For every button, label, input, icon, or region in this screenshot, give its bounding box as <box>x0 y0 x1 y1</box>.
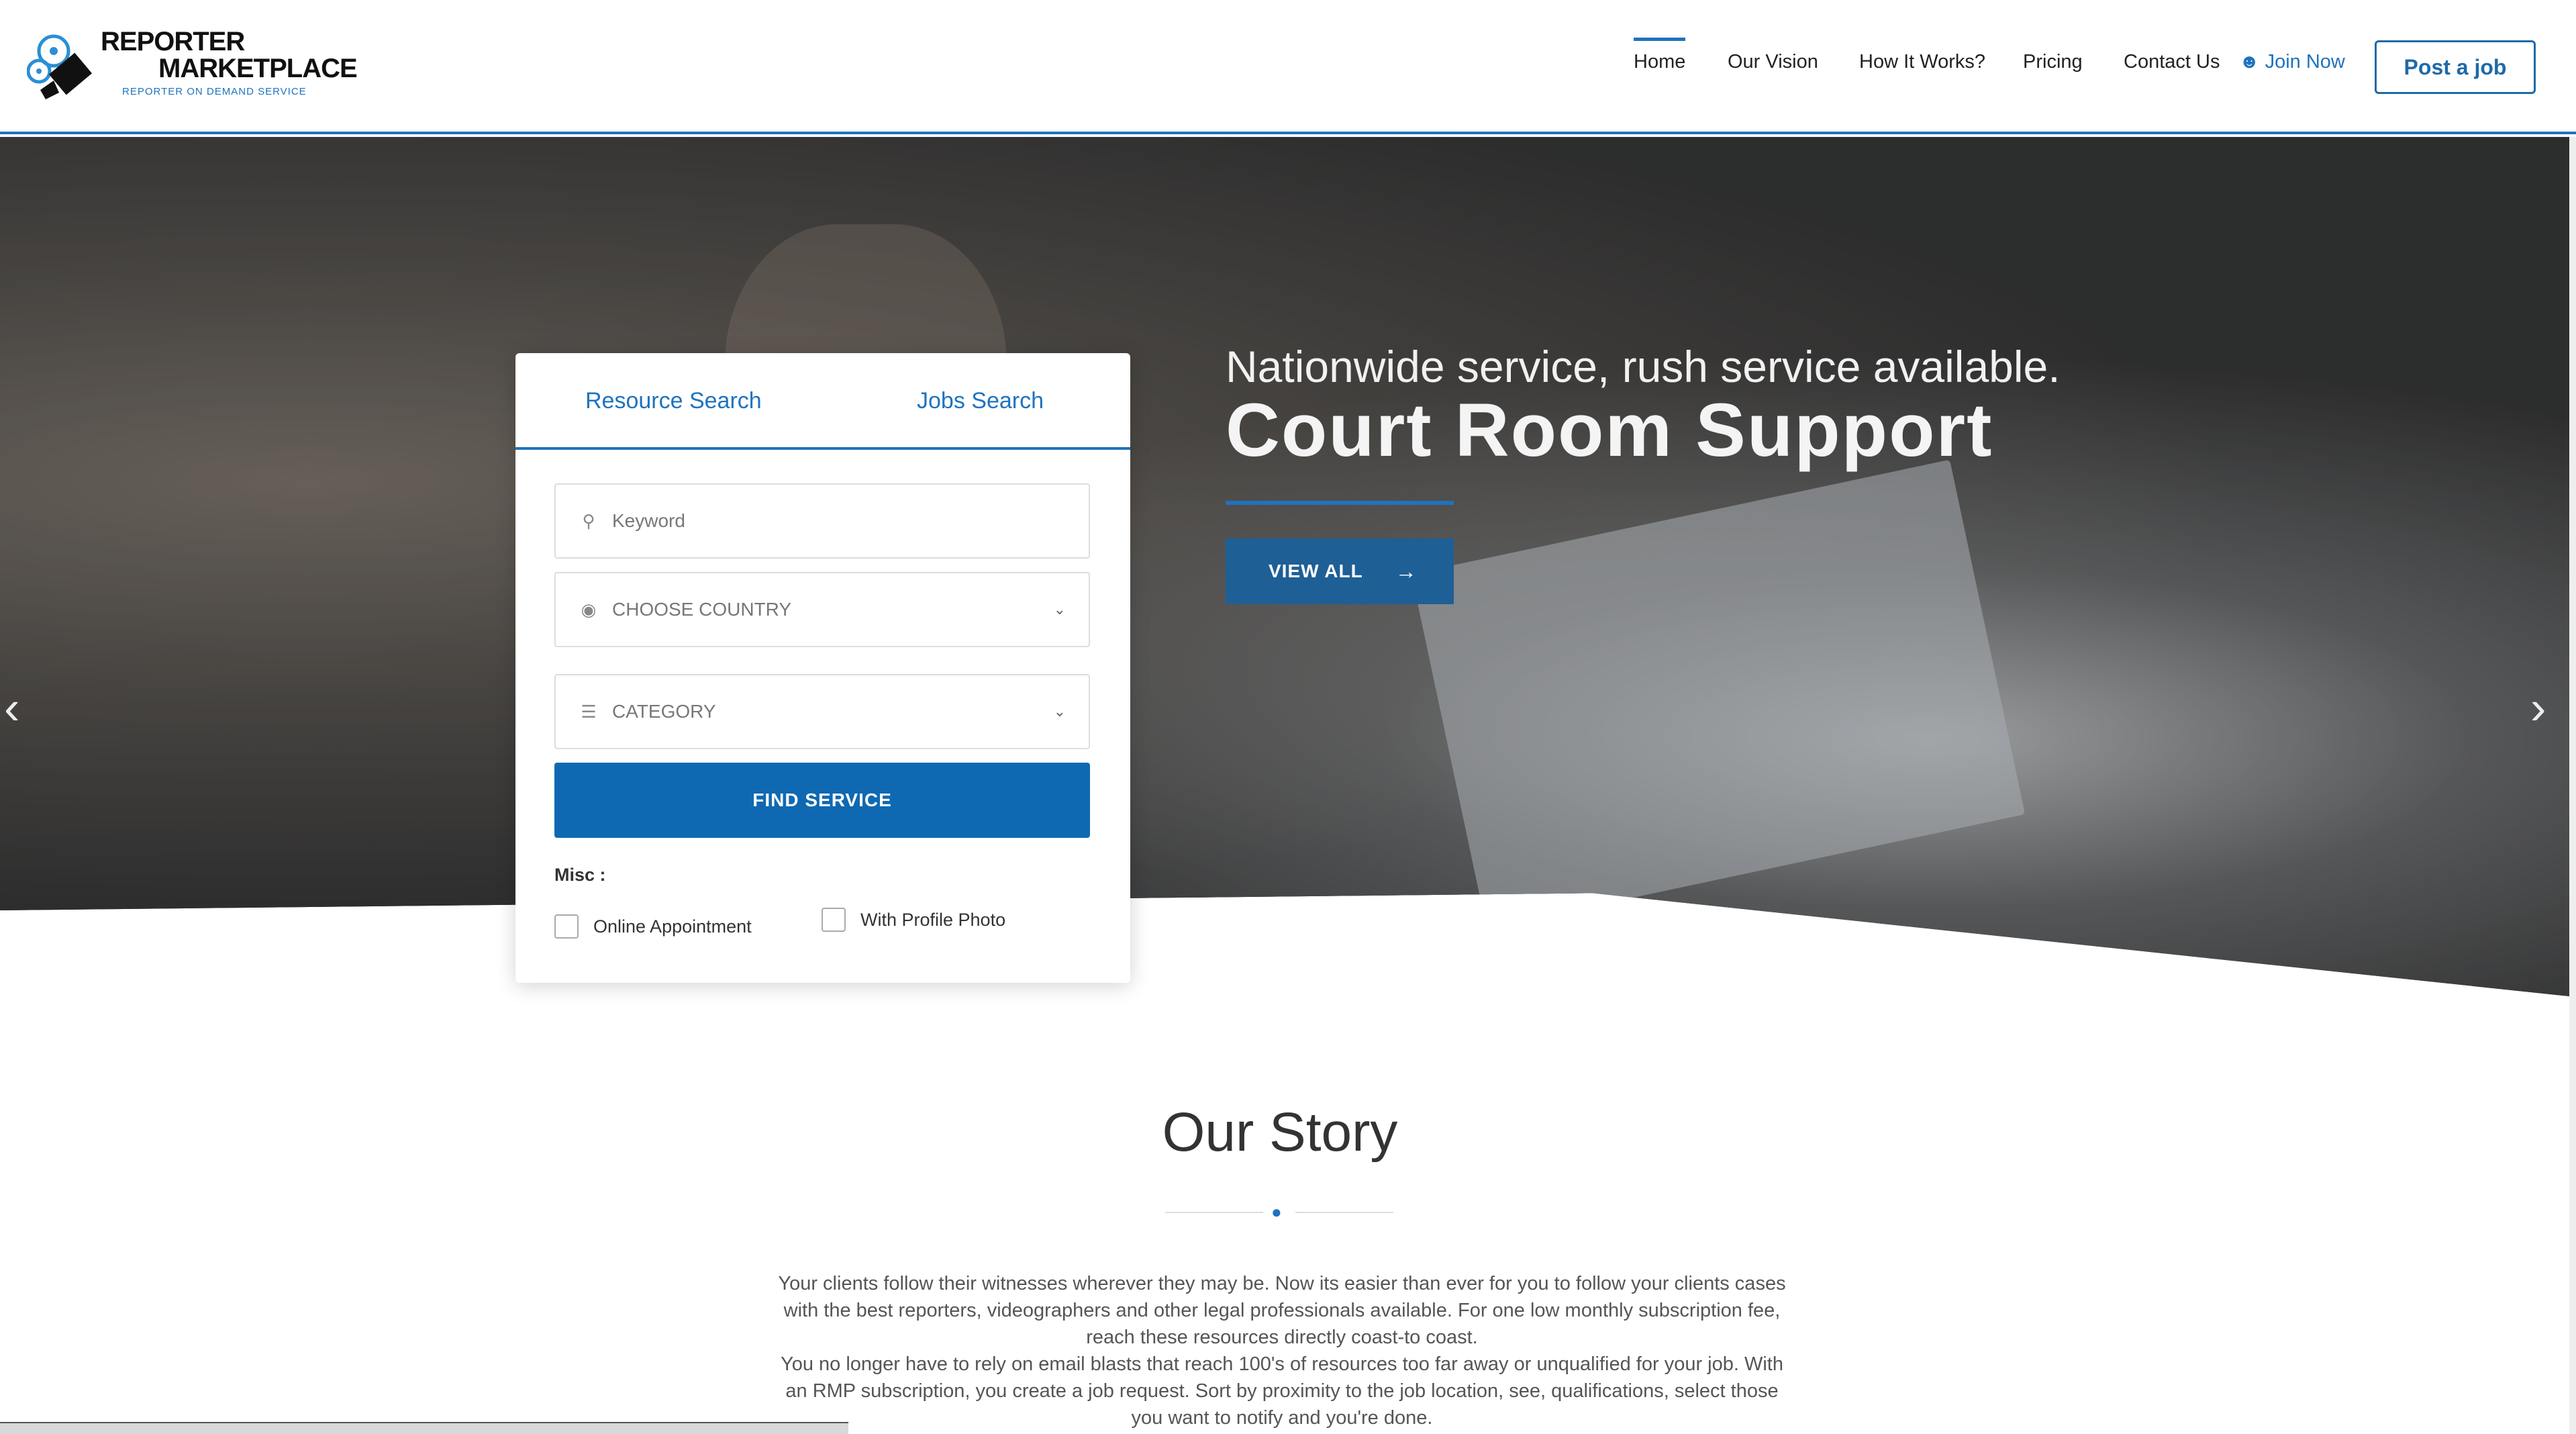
hero-title: Court Room Support <box>1226 388 1993 472</box>
section-title: Our Story <box>1162 1102 1398 1163</box>
profile-photo-label: With Profile Photo <box>860 909 1006 930</box>
story-paragraph-2: You no longer have to rely on email blas… <box>781 1353 1783 1429</box>
tab-jobs-search[interactable]: Jobs Search <box>917 388 1044 414</box>
logo-text-line1: REPORTER <box>101 27 245 56</box>
search-card: Resource Search Jobs Search ⚲ Keyword ◉ … <box>515 353 1130 983</box>
story-text: Your clients follow their witnesses wher… <box>772 1270 1792 1431</box>
view-all-label: VIEW ALL <box>1269 561 1363 581</box>
nav-contact-us[interactable]: Contact Us <box>2124 51 2220 73</box>
country-placeholder: CHOOSE COUNTRY <box>612 599 792 620</box>
divider-line-right <box>1295 1212 1393 1213</box>
slider-dot-5[interactable] <box>1328 909 1341 922</box>
online-appointment-option[interactable]: Online Appointment <box>554 914 752 939</box>
slider-dot-2[interactable] <box>1218 909 1231 922</box>
divider-line-left <box>1165 1212 1263 1213</box>
slider-dot-1[interactable] <box>1188 909 1201 922</box>
country-select[interactable]: ◉ CHOOSE COUNTRY ⌄ <box>554 572 1090 647</box>
hero-divider <box>1226 501 1454 505</box>
nav-home[interactable]: Home <box>1634 38 1686 73</box>
tab-resource-search[interactable]: Resource Search <box>585 388 762 414</box>
arrow-right-icon: → <box>1395 559 1418 583</box>
online-appointment-label: Online Appointment <box>593 916 752 937</box>
category-placeholder: CATEGORY <box>612 701 716 722</box>
nav-how-it-works[interactable]: How It Works? <box>1859 51 1985 73</box>
online-appointment-checkbox[interactable] <box>554 914 579 939</box>
slider-dot-6[interactable] <box>1357 909 1371 922</box>
chevron-down-icon: ⌄ <box>1053 703 1066 720</box>
slider-next-icon[interactable]: › <box>2530 681 2546 734</box>
slider-dot-3[interactable] <box>1247 909 1282 922</box>
profile-photo-option[interactable]: With Profile Photo <box>822 908 1005 932</box>
search-icon: ⚲ <box>582 510 595 531</box>
join-now-label: Join Now <box>2265 51 2345 73</box>
chevron-down-icon: ⌄ <box>1053 601 1066 618</box>
site-header: REPORTER MARKETPLACE REPORTER ON DEMAND … <box>0 0 2576 134</box>
browser-status-bar <box>0 1422 848 1434</box>
section-divider: ● <box>1165 1202 1393 1222</box>
logo-tagline: REPORTER ON DEMAND SERVICE <box>122 86 307 97</box>
keyword-input[interactable]: ⚲ Keyword <box>554 483 1090 559</box>
keyword-placeholder: Keyword <box>612 510 685 531</box>
nav-pricing[interactable]: Pricing <box>2023 51 2083 73</box>
slider-dot-4[interactable] <box>1298 909 1311 922</box>
misc-label: Misc : <box>554 865 606 885</box>
find-service-button[interactable]: FIND SERVICE <box>554 763 1090 838</box>
user-icon: ☻ <box>2239 51 2260 73</box>
layers-icon: ☰ <box>581 701 597 722</box>
slider-dots <box>1188 909 1387 922</box>
profile-photo-checkbox[interactable] <box>822 908 846 932</box>
view-all-button[interactable]: VIEW ALL → <box>1226 538 1454 604</box>
hero-subtitle: Nationwide service, rush service availab… <box>1226 342 2061 391</box>
story-paragraph-1: Your clients follow their witnesses wher… <box>778 1273 1786 1348</box>
map-pin-icon: ● <box>1271 1202 1282 1222</box>
slider-prev-icon[interactable]: ‹ <box>4 681 19 734</box>
join-now-link[interactable]: ☻ Join Now <box>2239 51 2345 73</box>
search-tabs: Resource Search Jobs Search <box>515 353 1130 450</box>
logo-text-line2: MARKETPLACE <box>158 54 358 83</box>
post-job-button[interactable]: Post a job <box>2375 40 2536 94</box>
nav-our-vision[interactable]: Our Vision <box>1728 51 1818 73</box>
site-logo[interactable]: REPORTER MARKETPLACE REPORTER ON DEMAND … <box>27 24 358 111</box>
hero-slider: ‹ › Nationwide service, rush service ava… <box>0 137 2569 996</box>
map-pin-icon: ◉ <box>581 599 597 620</box>
scrollbar[interactable] <box>2569 137 2576 1434</box>
category-select[interactable]: ☰ CATEGORY ⌄ <box>554 674 1090 749</box>
film-camera-logo-icon <box>27 34 93 99</box>
